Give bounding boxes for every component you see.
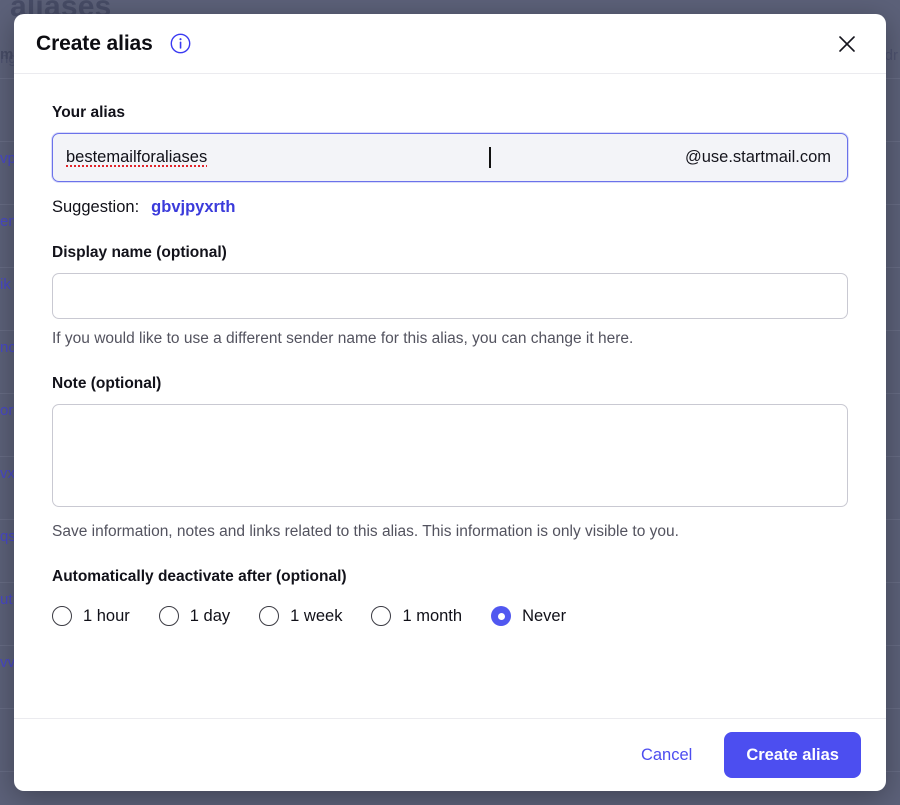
radio-option-label: Never xyxy=(522,606,567,625)
info-circle-icon[interactable] xyxy=(170,33,191,54)
display-name-section: Display name (optional) If you would lik… xyxy=(52,244,848,348)
radio-option-label: 1 week xyxy=(290,606,343,625)
suggestion-row: Suggestion: gbvjpyxrth xyxy=(52,198,848,217)
radio-option-never[interactable]: Never xyxy=(491,606,566,626)
background-alias-item: ut xyxy=(0,591,13,608)
display-name-label: Display name (optional) xyxy=(52,244,227,261)
radio-unselected-icon[interactable] xyxy=(52,606,72,626)
close-icon[interactable] xyxy=(832,29,862,59)
note-label: Note (optional) xyxy=(52,375,162,392)
radio-option-label: 1 month xyxy=(402,606,463,625)
dialog-title: Create alias xyxy=(36,31,153,55)
create-alias-dialog: Create alias Your alias @use.startmail.c… xyxy=(14,14,886,791)
radio-option-1-day[interactable]: 1 day xyxy=(158,606,231,626)
alias-field-label: Your alias xyxy=(52,104,125,121)
display-name-helper: If you would like to use a different sen… xyxy=(52,330,634,347)
radio-option-1-week[interactable]: 1 week xyxy=(259,606,342,626)
deactivate-radio-group[interactable]: 1 hour 1 day 1 week 1 month Never xyxy=(52,606,848,626)
radio-option-label: 1 day xyxy=(189,606,231,625)
dialog-header: Create alias xyxy=(14,14,886,74)
background-alias-item: vv xyxy=(0,654,15,671)
note-section: Note (optional) Save information, notes … xyxy=(52,375,848,541)
dialog-body: Your alias @use.startmail.com Suggestion… xyxy=(14,74,886,718)
create-alias-button[interactable]: Create alias xyxy=(724,732,861,778)
alias-input-wrapper[interactable]: @use.startmail.com xyxy=(52,133,848,182)
radio-unselected-icon[interactable] xyxy=(158,606,179,626)
radio-option-label: 1 hour xyxy=(83,606,130,625)
display-name-input[interactable] xyxy=(52,273,848,319)
radio-unselected-icon[interactable] xyxy=(259,606,280,626)
deactivate-section: Automatically deactivate after (optional… xyxy=(52,568,848,626)
background-alias-item: or xyxy=(0,402,14,419)
note-textarea[interactable] xyxy=(52,404,848,507)
alias-input[interactable] xyxy=(66,148,491,167)
background-alias-item: vx xyxy=(0,465,15,482)
text-cursor xyxy=(489,147,491,168)
radio-selected-icon[interactable] xyxy=(491,606,512,626)
note-helper: Save information, notes and links relate… xyxy=(52,523,679,540)
radio-option-1-month[interactable]: 1 month xyxy=(371,606,462,626)
deactivate-label: Automatically deactivate after (optional… xyxy=(52,568,347,585)
background-alias-item: ik xyxy=(0,276,11,293)
suggestion-label: Suggestion: xyxy=(52,198,140,216)
radio-option-1-hour[interactable]: 1 hour xyxy=(52,606,130,626)
cancel-button[interactable]: Cancel xyxy=(631,738,702,773)
suggestion-link[interactable]: gbvjpyxrth xyxy=(151,198,235,217)
background-right-text: dr xyxy=(884,47,898,64)
alias-domain-suffix: @use.startmail.com xyxy=(684,148,832,166)
radio-unselected-icon[interactable] xyxy=(371,606,392,626)
dialog-footer: Cancel Create alias xyxy=(14,718,886,791)
